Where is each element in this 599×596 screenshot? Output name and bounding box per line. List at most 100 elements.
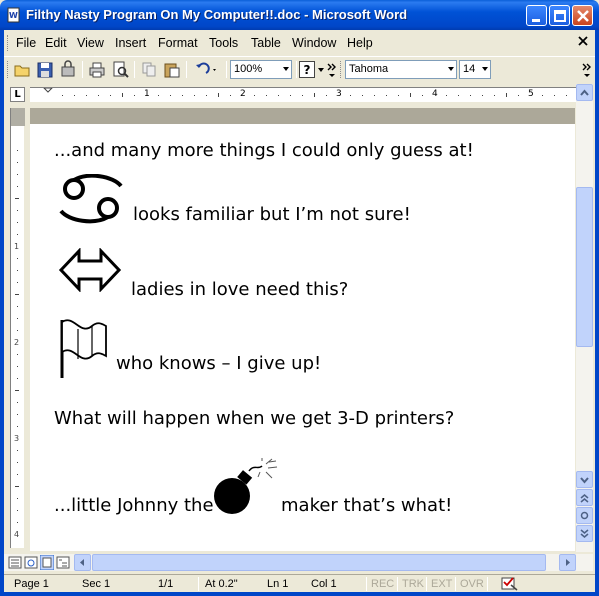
status-line[interactable]: Ln 1 [267,578,288,590]
help-dropdown-icon[interactable] [316,60,326,79]
menu-file[interactable]: File [16,36,36,50]
toolbar-options-icon[interactable] [581,60,593,79]
toolbar-separator [82,61,83,78]
ruler-row: L 1 2 3 4 5 [4,84,595,105]
status-trk[interactable]: TRK [402,578,424,590]
ruler-number: 5 [528,89,534,99]
scroll-thumb[interactable] [576,187,593,347]
chevron-down-icon[interactable] [448,67,454,71]
save-icon[interactable] [35,60,55,79]
document-area[interactable]: ...and many more things I could only gue… [30,108,575,551]
chevron-left-icon [80,559,84,566]
document-close-icon[interactable] [577,35,589,47]
open-folder-icon[interactable] [12,60,32,79]
menu-tools[interactable]: Tools [209,36,238,50]
horizontal-scroll-thumb[interactable] [92,554,546,571]
spelling-grammar-status-icon[interactable] [500,576,520,592]
menu-insert[interactable]: Insert [115,36,146,50]
double-arrow-icon [59,248,121,292]
chevron-right-icon [566,559,570,566]
horizontal-ruler[interactable]: 1 2 3 4 5 [30,87,578,102]
status-ext[interactable]: EXT [431,578,452,590]
ruler-number: 1 [144,89,150,99]
document-line: What will happen when we get 3-D printer… [54,408,455,429]
scroll-down-button[interactable] [576,471,593,488]
toolbar-separator [186,61,187,78]
next-page-button[interactable] [576,525,593,542]
document-line: maker that’s what! [281,495,453,516]
tab-selector[interactable]: L [10,87,25,102]
scroll-left-button[interactable] [74,554,91,571]
scroll-up-button[interactable] [576,84,593,101]
browse-object-icon [580,511,589,520]
menu-view[interactable]: View [77,36,104,50]
status-rec[interactable]: REC [371,578,394,590]
maximize-icon [554,10,566,22]
menu-grip[interactable] [7,35,10,51]
chevron-down-icon[interactable] [482,67,488,71]
font-name-combo[interactable]: Tahoma [345,60,457,79]
select-browse-object-button[interactable] [576,507,593,524]
normal-view-icon[interactable] [8,555,22,570]
double-up-icon [580,494,589,503]
menu-bar: File Edit View Insert Format Tools Table… [4,32,595,54]
chevron-down-icon[interactable] [283,67,289,71]
status-divider [487,577,488,591]
page-gap [30,108,575,124]
svg-text:4: 4 [14,530,19,539]
close-icon [577,10,589,22]
toolbar-grip[interactable] [340,61,343,78]
font-size-combo[interactable]: 14 [459,60,491,79]
print-layout-view-icon[interactable] [40,555,54,570]
status-ovr[interactable]: OVR [460,578,484,590]
status-section[interactable]: Sec 1 [82,578,110,590]
status-divider [397,577,398,591]
ruler-ticks [43,88,567,97]
outline-view-icon[interactable] [56,555,70,570]
web-layout-view-icon[interactable] [24,555,38,570]
status-divider [426,577,427,591]
maximize-button[interactable] [549,5,570,26]
toolbar-options-icon[interactable] [326,60,338,79]
bomb-icon [214,458,278,514]
permission-icon[interactable] [58,60,78,79]
svg-text:W: W [9,11,18,20]
standard-toolbar: 100% ? Tahoma 14 [4,56,595,81]
horizontal-scrollbar-row [4,554,593,571]
word-doc-icon[interactable]: W [6,7,22,23]
font-name-value: Tahoma [349,63,389,75]
scroll-right-button[interactable] [559,554,576,571]
print-preview-icon[interactable] [110,60,130,79]
svg-text:1: 1 [14,242,19,251]
status-divider [198,577,199,591]
menu-table[interactable]: Table [251,36,281,50]
svg-text:3: 3 [14,434,19,443]
title-bar[interactable]: W Filthy Nasty Program On My Computer!!.… [0,0,599,30]
menu-format[interactable]: Format [158,36,198,50]
undo-icon[interactable] [192,60,220,79]
previous-page-button[interactable] [576,489,593,506]
window-frame-left [0,30,4,596]
document-line: who knows – I give up! [116,353,322,374]
menu-edit[interactable]: Edit [45,36,67,50]
minimize-button[interactable] [526,5,547,26]
vertical-scrollbar[interactable] [576,84,593,552]
status-at[interactable]: At 0.2" [205,578,238,590]
paste-icon[interactable] [162,60,182,79]
status-bar: Page 1 Sec 1 1/1 At 0.2" Ln 1 Col 1 REC … [4,574,595,592]
toolbar-grip[interactable] [7,61,10,78]
copy-icon[interactable] [139,60,159,79]
menu-help[interactable]: Help [347,36,373,50]
help-button[interactable]: ? [299,61,315,78]
status-page[interactable]: Page 1 [14,578,49,590]
zoom-combo[interactable]: 100% [230,60,292,79]
close-button[interactable] [572,5,593,26]
status-page-count[interactable]: 1/1 [158,578,173,590]
status-column[interactable]: Col 1 [311,578,337,590]
vertical-ruler[interactable]: 1 2 3 4 [10,108,25,548]
toolbar-separator [134,61,135,78]
print-icon[interactable] [87,60,107,79]
menu-window[interactable]: Window [292,36,336,50]
zoom-value: 100% [234,63,263,75]
minimize-icon [532,19,540,22]
